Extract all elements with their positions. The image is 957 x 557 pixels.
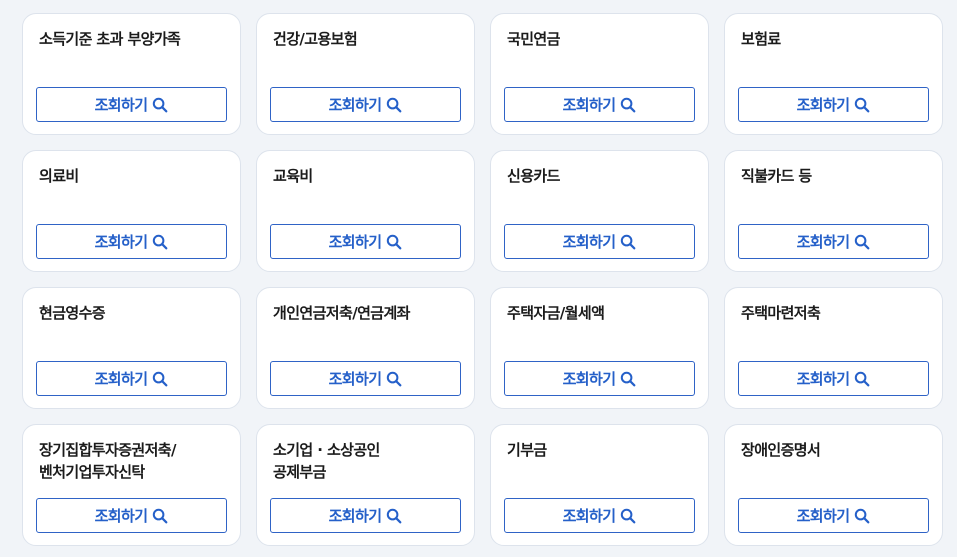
search-icon (854, 508, 870, 524)
deduction-card-small-business-mutual-aid: 소기업 · 소상공인 공제부금 조회하기 (256, 424, 475, 546)
lookup-button-label: 조회하기 (328, 233, 382, 251)
search-icon (152, 371, 168, 387)
deduction-card-insurance-premium: 보험료 조회하기 (724, 13, 943, 135)
search-icon (152, 508, 168, 524)
deduction-card-education-expenses: 교육비 조회하기 (256, 150, 475, 272)
lookup-button-label: 조회하기 (796, 233, 850, 251)
deduction-card-dependents: 소득기준 초과 부양가족 조회하기 (22, 13, 241, 135)
card-title: 현금영수증 (39, 304, 106, 322)
search-icon (386, 234, 402, 250)
lookup-button[interactable]: 조회하기 (270, 361, 461, 396)
card-title: 소기업 · 소상공인 공제부금 (273, 441, 380, 481)
card-title: 신용카드 (507, 167, 560, 185)
card-title: 소득기준 초과 부양가족 (39, 30, 181, 48)
lookup-button[interactable]: 조회하기 (270, 87, 461, 122)
lookup-button-label: 조회하기 (562, 370, 616, 388)
search-icon (620, 371, 636, 387)
deduction-card-national-pension: 국민연금 조회하기 (490, 13, 709, 135)
card-title: 건강/고용보험 (273, 30, 358, 48)
lookup-button[interactable]: 조회하기 (270, 498, 461, 533)
lookup-button-label: 조회하기 (94, 96, 148, 114)
deduction-card-credit-card: 신용카드 조회하기 (490, 150, 709, 272)
deduction-card-housing-savings: 주택마련저축 조회하기 (724, 287, 943, 409)
lookup-button[interactable]: 조회하기 (738, 361, 929, 396)
deduction-card-long-term-investment: 장기집합투자증권저축/ 벤처기업투자신탁 조회하기 (22, 424, 241, 546)
card-title: 기부금 (507, 441, 547, 459)
deduction-card-disability-certificate: 장애인증명서 조회하기 (724, 424, 943, 546)
lookup-button[interactable]: 조회하기 (504, 361, 695, 396)
deduction-card-health-employment-insurance: 건강/고용보험 조회하기 (256, 13, 475, 135)
lookup-button[interactable]: 조회하기 (738, 224, 929, 259)
deduction-card-housing-funds-rent: 주택자금/월세액 조회하기 (490, 287, 709, 409)
deduction-card-cash-receipt: 현금영수증 조회하기 (22, 287, 241, 409)
deduction-card-debit-card: 직불카드 등 조회하기 (724, 150, 943, 272)
card-title: 주택마련저축 (741, 304, 821, 322)
card-title: 국민연금 (507, 30, 560, 48)
lookup-button-label: 조회하기 (328, 370, 382, 388)
card-title: 장애인증명서 (741, 441, 821, 459)
lookup-button[interactable]: 조회하기 (504, 224, 695, 259)
lookup-button-label: 조회하기 (328, 96, 382, 114)
lookup-button-label: 조회하기 (94, 233, 148, 251)
lookup-button-label: 조회하기 (562, 233, 616, 251)
search-icon (620, 234, 636, 250)
card-title: 보험료 (741, 30, 781, 48)
lookup-button[interactable]: 조회하기 (36, 361, 227, 396)
card-title: 직불카드 등 (741, 167, 812, 185)
lookup-button-label: 조회하기 (94, 507, 148, 525)
lookup-button[interactable]: 조회하기 (270, 224, 461, 259)
lookup-button[interactable]: 조회하기 (36, 87, 227, 122)
deduction-card-grid: 소득기준 초과 부양가족 조회하기 건강/고용보험 조회하기 국민연금 조회하기… (22, 13, 943, 546)
search-icon (854, 234, 870, 250)
search-icon (152, 234, 168, 250)
lookup-button[interactable]: 조회하기 (504, 498, 695, 533)
lookup-button[interactable]: 조회하기 (36, 498, 227, 533)
lookup-button[interactable]: 조회하기 (738, 498, 929, 533)
card-title: 개인연금저축/연금계좌 (273, 304, 410, 322)
lookup-button-label: 조회하기 (562, 507, 616, 525)
lookup-button-label: 조회하기 (562, 96, 616, 114)
search-icon (386, 508, 402, 524)
search-icon (620, 508, 636, 524)
deduction-card-donations: 기부금 조회하기 (490, 424, 709, 546)
card-title: 의료비 (39, 167, 79, 185)
search-icon (152, 97, 168, 113)
card-title: 장기집합투자증권저축/ 벤처기업투자신탁 (39, 441, 176, 481)
search-icon (854, 97, 870, 113)
search-icon (854, 371, 870, 387)
lookup-button-label: 조회하기 (796, 96, 850, 114)
lookup-button[interactable]: 조회하기 (36, 224, 227, 259)
lookup-button[interactable]: 조회하기 (738, 87, 929, 122)
deduction-card-pension-savings: 개인연금저축/연금계좌 조회하기 (256, 287, 475, 409)
lookup-button-label: 조회하기 (796, 507, 850, 525)
deduction-card-medical-expenses: 의료비 조회하기 (22, 150, 241, 272)
lookup-button[interactable]: 조회하기 (504, 87, 695, 122)
search-icon (386, 371, 402, 387)
lookup-button-label: 조회하기 (796, 370, 850, 388)
lookup-button-label: 조회하기 (328, 507, 382, 525)
card-title: 교육비 (273, 167, 313, 185)
lookup-button-label: 조회하기 (94, 370, 148, 388)
search-icon (620, 97, 636, 113)
search-icon (386, 97, 402, 113)
card-title: 주택자금/월세액 (507, 304, 605, 322)
